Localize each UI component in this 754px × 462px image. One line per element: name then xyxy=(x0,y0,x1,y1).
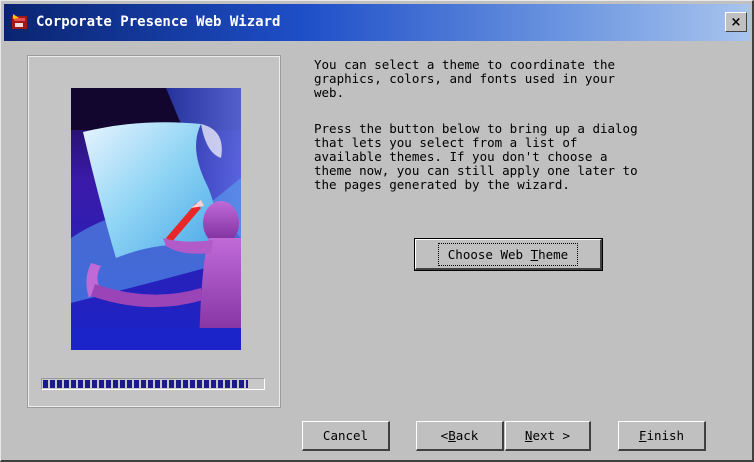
window-title: Corporate Presence Web Wizard xyxy=(36,14,281,30)
illustration-frame xyxy=(27,55,281,408)
finish-button[interactable]: Finish xyxy=(618,421,706,451)
back-button[interactable]: < Back xyxy=(416,421,504,451)
frontpage-wizard-icon xyxy=(12,14,27,29)
progress-fill xyxy=(43,380,248,388)
wizard-illustration xyxy=(71,88,241,350)
close-button[interactable]: × xyxy=(725,12,747,32)
cancel-button[interactable]: Cancel xyxy=(302,421,390,451)
title-bar[interactable]: Corporate Presence Web Wizard × xyxy=(4,4,750,41)
wizard-progress-bar xyxy=(41,378,265,390)
choose-web-theme-label: Choose Web Theme xyxy=(437,242,579,266)
intro-paragraph-2: Press the button below to bring up a dia… xyxy=(314,121,638,192)
close-icon: × xyxy=(730,14,742,30)
intro-paragraph-1: You can select a theme to coordinate the… xyxy=(314,57,616,100)
wizard-window: Corporate Presence Web Wizard × You can … xyxy=(0,0,754,462)
choose-web-theme-button[interactable]: Choose Web Theme xyxy=(414,238,603,271)
next-button[interactable]: Next > xyxy=(505,421,591,451)
